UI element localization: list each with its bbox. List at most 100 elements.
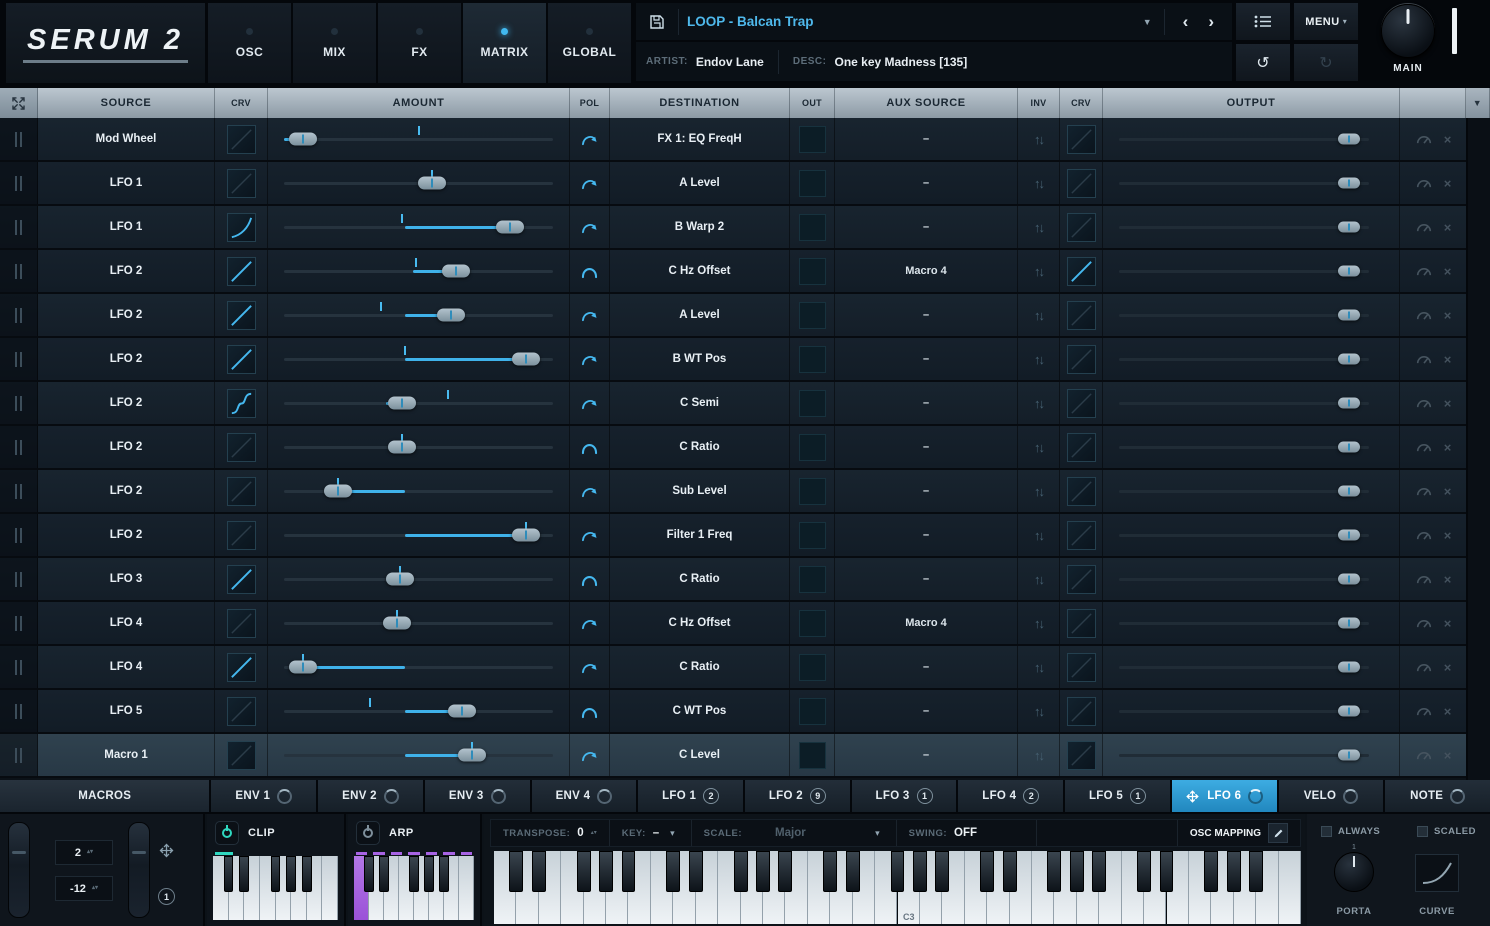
output-slider[interactable] — [1103, 250, 1400, 292]
source-curve-box[interactable] — [227, 521, 256, 550]
main-keyboard[interactable]: C3 — [494, 851, 1301, 924]
delete-row-icon[interactable]: × — [1444, 616, 1452, 631]
output-slider[interactable] — [1103, 514, 1400, 556]
output-handle[interactable] — [1338, 222, 1360, 233]
aux-curve-box[interactable] — [1067, 741, 1096, 770]
amount-slider[interactable] — [268, 206, 570, 248]
tab-osc[interactable]: OSC — [208, 3, 291, 83]
mod-source[interactable]: LFO 1 — [38, 206, 215, 248]
output-slider[interactable] — [1103, 426, 1400, 468]
stepper-arrows[interactable]: ▴▾ — [591, 831, 597, 836]
row-drag-handle[interactable] — [0, 382, 38, 424]
tab-global[interactable]: GLOBAL — [548, 3, 631, 83]
white-key[interactable] — [322, 856, 338, 920]
out-box[interactable] — [799, 170, 826, 197]
scope-icon[interactable] — [1415, 529, 1433, 542]
black-key[interactable] — [1204, 851, 1218, 892]
source-curve-box[interactable] — [227, 213, 256, 242]
arp-power-button[interactable] — [356, 821, 380, 845]
polarity-toggle[interactable] — [570, 250, 610, 292]
matrix-scrollbar[interactable] — [1466, 118, 1490, 780]
aux-source[interactable]: – — [835, 426, 1018, 468]
polarity-toggle[interactable] — [570, 646, 610, 688]
row-drag-handle[interactable] — [0, 338, 38, 380]
row-drag-handle[interactable] — [0, 646, 38, 688]
mod-destination[interactable]: C WT Pos — [610, 690, 790, 732]
scope-icon[interactable] — [1415, 353, 1433, 366]
row-drag-handle[interactable] — [0, 470, 38, 512]
output-slider[interactable] — [1103, 558, 1400, 600]
mod-destination[interactable]: A Level — [610, 294, 790, 336]
preset-browser-button[interactable] — [1236, 3, 1290, 40]
col-aux-source[interactable]: AUX SOURCE — [835, 88, 1018, 118]
output-slider[interactable] — [1103, 382, 1400, 424]
aux-source[interactable]: – — [835, 294, 1018, 336]
col-inv[interactable]: INV — [1018, 88, 1060, 118]
output-handle[interactable] — [1338, 442, 1360, 453]
mod-source[interactable]: Macro 1 — [38, 734, 215, 776]
white-key[interactable] — [459, 856, 474, 920]
black-key[interactable] — [1249, 851, 1263, 892]
mod-destination[interactable]: B Warp 2 — [610, 206, 790, 248]
out-box[interactable] — [799, 566, 826, 593]
amount-handle[interactable] — [386, 573, 414, 586]
output-handle[interactable] — [1338, 178, 1360, 189]
black-key[interactable] — [666, 851, 680, 892]
transpose-control[interactable]: TRANSPOSE: 0 ▴▾ — [491, 820, 610, 846]
out-box[interactable] — [799, 610, 826, 637]
invert-toggle[interactable]: ↑↓ — [1018, 382, 1060, 424]
col-destination[interactable]: DESTINATION — [610, 88, 790, 118]
black-key[interactable] — [913, 851, 927, 892]
out-box[interactable] — [799, 302, 826, 329]
amount-handle[interactable] — [512, 529, 540, 542]
amount-slider[interactable] — [268, 250, 570, 292]
delete-row-icon[interactable]: × — [1444, 264, 1452, 279]
aux-curve-box[interactable] — [1067, 213, 1096, 242]
mod-tab-lfo-2[interactable]: LFO 29 — [745, 780, 850, 812]
black-key[interactable] — [1227, 851, 1241, 892]
mod-source[interactable]: Mod Wheel — [38, 118, 215, 160]
output-slider[interactable] — [1103, 118, 1400, 160]
key-control[interactable]: KEY: – ▾ — [610, 820, 692, 846]
out-box[interactable] — [799, 258, 826, 285]
tab-mix[interactable]: MIX — [293, 3, 376, 83]
black-key[interactable] — [756, 851, 770, 892]
preset-dropdown-icon[interactable]: ▼ — [1139, 13, 1156, 31]
polarity-toggle[interactable] — [570, 470, 610, 512]
amount-handle[interactable] — [512, 353, 540, 366]
row-drag-handle[interactable] — [0, 734, 38, 776]
col-output[interactable]: OUTPUT — [1103, 88, 1400, 118]
aux-source[interactable]: – — [835, 514, 1018, 556]
stepper-arrows[interactable]: ▴▾ — [87, 850, 93, 855]
save-icon[interactable] — [644, 9, 670, 35]
out-box[interactable] — [799, 390, 826, 417]
invert-toggle[interactable]: ↑↓ — [1018, 734, 1060, 776]
black-key[interactable] — [1092, 851, 1106, 892]
aux-curve-box[interactable] — [1067, 125, 1096, 154]
source-curve-box[interactable] — [227, 389, 256, 418]
row-drag-handle[interactable] — [0, 118, 38, 160]
amount-slider[interactable] — [268, 118, 570, 160]
tab-fx[interactable]: FX — [378, 3, 461, 83]
scope-icon[interactable] — [1415, 749, 1433, 762]
mod-source[interactable]: LFO 1 — [38, 162, 215, 204]
delete-row-icon[interactable]: × — [1444, 572, 1452, 587]
black-key[interactable] — [599, 851, 613, 892]
amount-slider[interactable] — [268, 690, 570, 732]
mod-tab-lfo-4[interactable]: LFO 42 — [958, 780, 1063, 812]
main-knob[interactable] — [1381, 4, 1435, 58]
invert-toggle[interactable]: ↑↓ — [1018, 514, 1060, 556]
matrix-expand-icon[interactable] — [0, 88, 38, 118]
delete-row-icon[interactable]: × — [1444, 352, 1452, 367]
aux-source[interactable]: – — [835, 162, 1018, 204]
amount-handle[interactable] — [324, 485, 352, 498]
pencil-icon[interactable] — [1268, 823, 1288, 843]
amount-slider[interactable] — [268, 382, 570, 424]
polarity-toggle[interactable] — [570, 690, 610, 732]
polarity-toggle[interactable] — [570, 338, 610, 380]
source-curve-box[interactable] — [227, 609, 256, 638]
mod-tab-macros[interactable]: MACROS — [0, 780, 209, 812]
polarity-toggle[interactable] — [570, 206, 610, 248]
polarity-toggle[interactable] — [570, 558, 610, 600]
aux-curve-box[interactable] — [1067, 565, 1096, 594]
